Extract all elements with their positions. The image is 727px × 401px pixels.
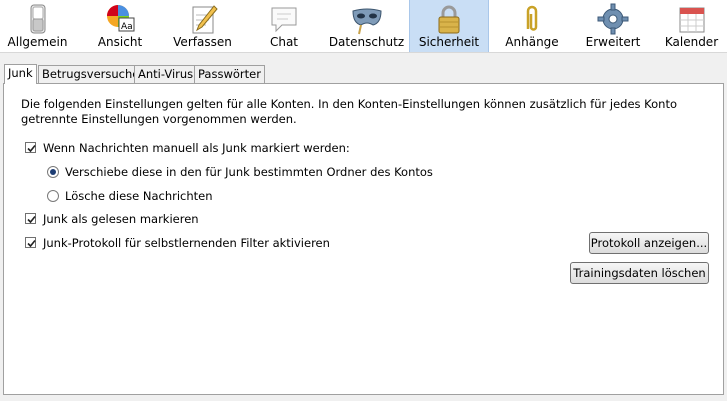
padlock-icon xyxy=(438,5,460,34)
toolbar-allgemein[interactable]: Allgemein xyxy=(0,0,75,52)
manual-mark-label: Wenn Nachrichten manuell als Junk markie… xyxy=(43,141,350,155)
move-option-label: Verschiebe diese in den für Junk bestimm… xyxy=(65,165,433,179)
manual-mark-checkbox[interactable] xyxy=(25,142,36,153)
tab-betrugsversuche[interactable]: Betrugsversuche xyxy=(38,65,144,83)
toolbar-sicherheit[interactable]: Sicherheit xyxy=(409,0,489,52)
mask-icon xyxy=(351,8,382,35)
pencil-paper-icon xyxy=(192,5,218,34)
preferences-toolbar: Allgemein Aa Ansicht Verfassen Chat Date… xyxy=(0,0,727,53)
toolbar-label: Ansicht xyxy=(97,35,143,49)
toolbar-verfassen[interactable]: Verfassen xyxy=(164,0,241,52)
intro-text: Die folgenden Einstellungen gelten für a… xyxy=(21,97,677,126)
toolbar-label: Kalender xyxy=(664,35,719,49)
toolbar-anhaenge[interactable]: Anhänge xyxy=(494,0,570,52)
toolbar-label: Erweitert xyxy=(585,35,641,49)
show-log-button[interactable]: Protokoll anzeigen... xyxy=(589,232,709,254)
toolbar-label: Datenschutz xyxy=(328,35,405,49)
toolbar-datenschutz[interactable]: Datenschutz xyxy=(326,0,407,52)
move-radio[interactable] xyxy=(47,166,59,178)
calendar-icon xyxy=(679,7,704,33)
tab-junk[interactable]: Junk xyxy=(4,64,37,84)
mark-read-label: Junk als gelesen markieren xyxy=(43,212,199,226)
speech-bubble-icon xyxy=(271,7,297,33)
toolbar-label: Sicherheit xyxy=(418,35,480,49)
toolbar-kalender[interactable]: Kalender xyxy=(656,0,727,52)
delete-radio[interactable] xyxy=(47,190,59,202)
svg-text:Aa: Aa xyxy=(121,22,133,32)
toolbar-label: Anhänge xyxy=(505,35,559,49)
log-checkbox[interactable] xyxy=(25,237,36,248)
tab-label: Betrugsversuche xyxy=(42,67,140,81)
toolbar-erweitert[interactable]: Erweitert xyxy=(573,0,653,52)
paperclip-icon xyxy=(526,5,538,31)
junk-panel: Die folgenden Einstellungen gelten für a… xyxy=(3,83,724,395)
log-label: Junk-Protokoll für selbstlernenden Filte… xyxy=(43,236,330,250)
toolbar-label: Chat xyxy=(269,35,299,49)
switch-icon xyxy=(30,4,45,34)
delete-option-label: Lösche diese Nachrichten xyxy=(65,189,213,203)
tab-anti-virus[interactable]: Anti-Virus xyxy=(134,65,198,83)
tab-label: Anti-Virus xyxy=(138,67,194,81)
tab-label: Junk xyxy=(8,66,33,80)
tab-passwoerter[interactable]: Passwörter xyxy=(194,65,265,83)
toolbar-label: Verfassen xyxy=(173,35,232,49)
gear-icon xyxy=(597,3,629,35)
reset-training-button[interactable]: Trainingsdaten löschen xyxy=(570,262,709,284)
toolbar-ansicht[interactable]: Aa Ansicht xyxy=(80,0,160,52)
mark-read-checkbox[interactable] xyxy=(25,213,36,224)
toolbar-chat[interactable]: Chat xyxy=(246,0,322,52)
tab-label: Passwörter xyxy=(198,67,261,81)
palette-icon: Aa xyxy=(107,5,135,32)
toolbar-label: Allgemein xyxy=(7,35,68,49)
